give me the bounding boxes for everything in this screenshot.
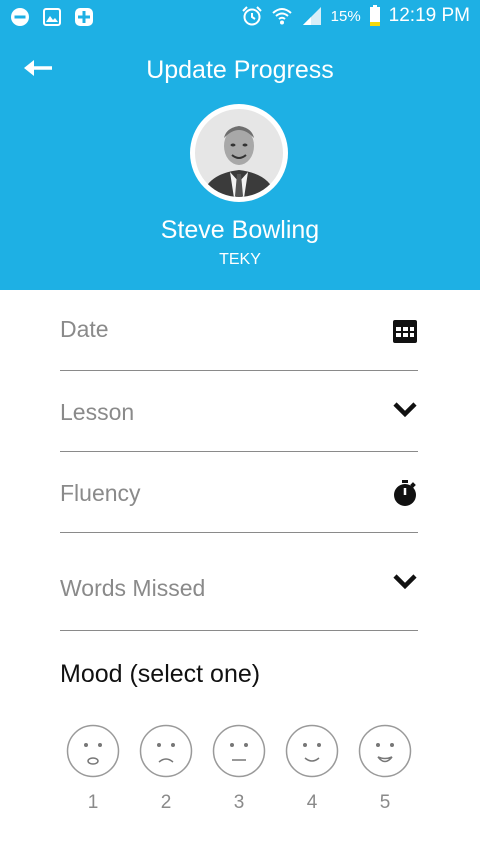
wifi-icon [271, 8, 292, 25]
status-right-icons: 15% 12:19 PM [241, 5, 470, 27]
smile-face-icon [285, 724, 339, 778]
health-plus-icon [75, 8, 93, 26]
date-field[interactable]: Date [60, 300, 418, 371]
battery-icon [369, 5, 380, 26]
chevron-down-icon[interactable] [392, 397, 418, 423]
mood-option-2[interactable]: 2 [139, 724, 193, 814]
date-label: Date [60, 316, 109, 342]
profile-photo [195, 109, 283, 197]
surprised-face-icon [66, 724, 120, 778]
signal-icon [302, 7, 321, 25]
battery-percent: 15% [330, 7, 361, 25]
fluency-label: Fluency [60, 480, 141, 506]
mood-number: 2 [160, 792, 172, 813]
mood-option-4[interactable]: 4 [285, 724, 339, 814]
status-time: 12:19 PM [388, 5, 470, 26]
status-left-icons [10, 7, 94, 27]
mood-number: 4 [306, 792, 318, 813]
fluency-field[interactable]: Fluency [60, 452, 418, 533]
calendar-icon[interactable] [392, 318, 418, 344]
mood-option-3[interactable]: 3 [212, 724, 266, 814]
happy-face-icon [358, 724, 412, 778]
profile-header: 15% 12:19 PM Update Progress Steve Bowli… [0, 0, 480, 290]
mood-option-5[interactable]: 5 [358, 724, 412, 814]
avatar [190, 104, 288, 202]
mood-title: Mood (select one) [60, 660, 261, 688]
lesson-field[interactable]: Lesson [60, 371, 418, 452]
do-not-disturb-icon [11, 8, 29, 26]
profile-organization: TEKY [219, 251, 261, 268]
mood-number: 5 [379, 792, 391, 813]
chevron-down-icon[interactable] [392, 569, 418, 595]
mood-number: 1 [87, 792, 99, 813]
mood-option-1[interactable]: 1 [66, 724, 120, 814]
profile-name: Steve Bowling [160, 216, 320, 244]
sad-face-icon [139, 724, 193, 778]
mood-selector: 1 2 3 4 5 [66, 724, 416, 824]
neutral-face-icon [212, 724, 266, 778]
stopwatch-icon[interactable] [392, 480, 418, 506]
mood-number: 3 [233, 792, 245, 813]
image-icon [43, 8, 61, 26]
alarm-icon [241, 6, 262, 26]
lesson-label: Lesson [60, 399, 135, 425]
words-missed-field[interactable]: Words Missed [60, 533, 418, 631]
page-title: Update Progress [146, 56, 334, 84]
words-missed-label: Words Missed [60, 575, 206, 601]
status-bar: 15% 12:19 PM [0, 0, 480, 34]
